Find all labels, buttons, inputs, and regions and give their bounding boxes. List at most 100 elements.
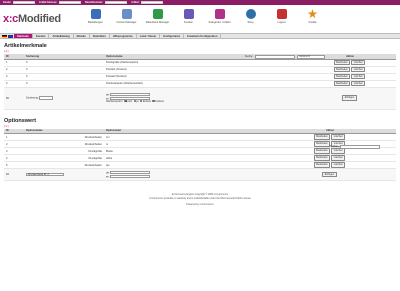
delete-button[interactable]: Löschen (351, 66, 366, 73)
delete-button[interactable]: Löschen (331, 162, 346, 168)
nav-kunden[interactable]: Kunden (33, 34, 50, 38)
nav-artikelkatalog[interactable]: Artikelkatalog (49, 34, 74, 38)
new-value-option: Druckeinheitse ID: 4 (24, 168, 104, 181)
admin-icon-bar: Bestellungen Content Manager Datenbank M… (80, 9, 328, 24)
sort-input[interactable] (39, 96, 54, 100)
nav-konfiguration[interactable]: Konfiguration (160, 34, 185, 38)
edit-button[interactable]: Bearbeiten (313, 134, 331, 140)
delete-button[interactable]: Löschen (351, 59, 366, 66)
option-values-search-input[interactable] (340, 145, 380, 149)
new-value-id: 84 (4, 168, 24, 181)
email-search: E-Mail Adresse: (39, 1, 82, 4)
customers-icon (183, 9, 194, 19)
row-option-name: Druckeinheiten (24, 133, 104, 141)
attributes-search-select[interactable]: Options ID (297, 55, 325, 59)
delete-button[interactable]: Löschen (331, 155, 346, 161)
shop-icon (245, 9, 256, 19)
new-row-id: 50 (4, 87, 24, 110)
value-en-input[interactable] (110, 174, 151, 178)
nav-statistiken[interactable]: Statistiken (90, 34, 110, 38)
new-value-row: 84 Druckeinheitse ID: 4 de: en: Einfügen (4, 168, 396, 181)
german-flag-icon[interactable] (2, 34, 7, 38)
option-select[interactable]: Druckeinheitse ID: 4 (26, 172, 64, 177)
credits-shortcut[interactable]: Credits (297, 9, 328, 24)
table-row: 2 0 Preiset1 (Freitext) Bearbeiten Lösche… (4, 66, 396, 74)
orders-shortcut[interactable]: Bestellungen (80, 9, 111, 24)
option-values-table: ID Optionsname Optionswert Aktion 1 Druc… (4, 128, 396, 181)
row-name: Preiset1 (Freitext) (104, 66, 304, 74)
row-option-value: cm (104, 133, 264, 141)
new-attribute-row: 50 Sortierung: de: en: Flächenoption: ne… (4, 87, 396, 110)
edit-button[interactable]: Bearbeiten (313, 141, 331, 147)
row-option-name: Druckgröße (24, 154, 104, 162)
nav-erweiterte-konfiguration[interactable]: Erweiterte Konfiguration (184, 34, 222, 38)
attributes-pager[interactable]: [ 1 ] (4, 50, 396, 53)
delete-button[interactable]: Löschen (331, 134, 346, 140)
row-option-value: m (104, 140, 264, 148)
edit-button[interactable]: Bearbeiten (333, 80, 351, 87)
row-option-name: Druckeinheiten (24, 140, 104, 148)
english-flag-icon[interactable] (8, 34, 13, 38)
order-search-label: Bestellnummer: (85, 1, 104, 4)
edit-button[interactable]: Bearbeiten (333, 66, 351, 73)
order-search-input[interactable] (105, 1, 128, 4)
row-name: Druckvarianten (Flächeneinheit) (104, 80, 304, 88)
credits-icon (307, 9, 318, 19)
row-id: 1 (4, 133, 24, 141)
delete-button[interactable]: Löschen (351, 80, 366, 87)
row-sort: 0 (24, 59, 104, 67)
new-row-sort: Sortierung: (24, 87, 104, 110)
article-search-label: Artikel: (131, 1, 140, 4)
option-values-title: Optionswert (4, 117, 37, 124)
edit-button[interactable]: Bearbeiten (333, 73, 351, 80)
row-actions: Bearbeiten Löschen (264, 133, 396, 141)
table-row: 3 0 Preiset2 (Freitext) Bearbeiten Lösche… (4, 73, 396, 81)
logo: x:cModified (3, 13, 61, 25)
customer-search-label: Kunde: (3, 1, 12, 4)
row-actions: Bearbeiten Löschen (264, 161, 396, 169)
row-sort: 0 (24, 80, 104, 88)
option-values-pager[interactable]: [ 1 ] (4, 125, 396, 128)
email-search-label: E-Mail Adresse: (39, 1, 58, 4)
database-manager-shortcut[interactable]: Datenbank Manager (142, 9, 173, 24)
edit-button[interactable]: Bearbeiten (313, 162, 331, 168)
edit-button[interactable]: Bearbeiten (313, 155, 331, 161)
customers-shortcut[interactable]: Kunden (173, 9, 204, 24)
nav-module[interactable]: Module (74, 34, 90, 38)
nav-land-steuer[interactable]: Land / Steuer (137, 34, 161, 38)
table-row: 4 0 Druckvarianten (Flächeneinheit) Bear… (4, 80, 396, 88)
table-row: 4 Druckgröße Höhe Bearbeiten Löschen (4, 154, 396, 162)
edit-button[interactable]: Bearbeiten (333, 59, 351, 66)
row-actions: Bearbeiten Löschen (264, 154, 396, 162)
row-option-name: Druckeinheiten (24, 161, 104, 169)
email-search-input[interactable] (59, 1, 82, 4)
nav-startseite[interactable]: Startseite (14, 34, 33, 38)
delete-button[interactable]: Löschen (351, 73, 366, 80)
row-actions: Bearbeiten Löschen (304, 80, 396, 88)
shop-shortcut[interactable]: Shop (235, 9, 266, 24)
delete-button[interactable]: Löschen (331, 148, 346, 154)
logout-icon (276, 9, 287, 19)
row-option-value: qm (104, 161, 264, 169)
table-row: 1 0 Druckgröße (Flächenoption) Bearbeite… (4, 59, 396, 67)
categories-shortcut[interactable]: Kategorien / Artikel (204, 9, 235, 24)
table-row: 3 Druckgröße Breite Bearbeiten Löschen (4, 147, 396, 155)
add-value-button[interactable]: Einfügen (322, 171, 337, 178)
row-id: 3 (4, 73, 24, 81)
orders-icon (90, 9, 101, 19)
content-manager-shortcut[interactable]: Content Manager (111, 9, 142, 24)
row-id: 3 (4, 147, 24, 155)
logout-shortcut[interactable]: Logout (266, 9, 297, 24)
customer-search-input[interactable] (13, 1, 36, 4)
main-content: Artikelmerkmale [ 1 ] Suche: Options ID … (0, 39, 400, 207)
nav-hilfsprogramme[interactable]: Hilfsprogramme (110, 34, 137, 38)
attributes-table: ID Sortierung Optionsname Aktion 1 0 Dru… (4, 54, 396, 110)
article-search-input[interactable] (141, 1, 164, 4)
article-search: Artikel: (131, 1, 164, 4)
attributes-search-input[interactable] (255, 55, 295, 59)
table-row: 1 Druckeinheiten cm Bearbeiten Löschen (4, 133, 396, 141)
row-id: 4 (4, 80, 24, 88)
add-attribute-button[interactable]: Einfügen (342, 95, 357, 101)
edit-button[interactable]: Bearbeiten (313, 148, 331, 154)
attributes-search-label: Suche: (244, 55, 253, 59)
